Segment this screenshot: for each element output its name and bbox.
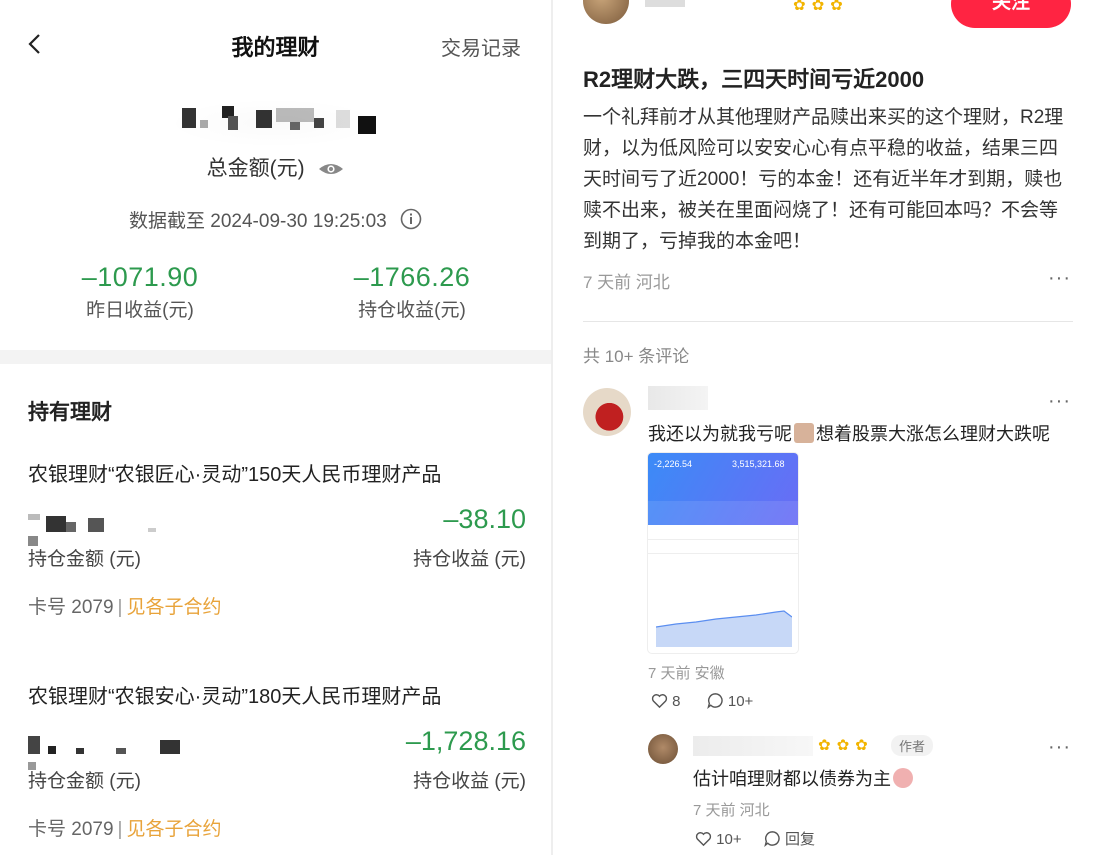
more-icon[interactable]: ··· bbox=[1048, 267, 1071, 290]
holding-income: –1766.26 持仓收益(元) bbox=[292, 262, 532, 322]
product-item[interactable]: 农银理财“农银匠心·灵动”150天人民币理财产品 –38.10 持仓金额 (元)… bbox=[28, 458, 526, 628]
holding-gain-label: 持仓收益 (元) bbox=[413, 549, 526, 570]
comment-bubble-icon bbox=[706, 693, 723, 709]
reply-actions: 10+ 回复 bbox=[695, 828, 833, 849]
author-tag: 作者 bbox=[891, 735, 934, 756]
image-number: 3,515,321.68 bbox=[732, 459, 785, 469]
sub-contract-link[interactable]: 见各子合约 bbox=[126, 597, 221, 618]
card-number: 卡号 2079 bbox=[28, 597, 114, 618]
product-gain-value: –38.10 bbox=[443, 504, 526, 534]
divider bbox=[583, 321, 1073, 322]
heart-icon bbox=[651, 694, 668, 709]
author-avatar[interactable] bbox=[583, 0, 629, 24]
post-panel: ✿ ✿ ✿ 关注 R2理财大跌，三四天时间亏近2000 一个礼拜前才从其他理财产品赎… bbox=[553, 0, 1107, 855]
author-reply-avatar[interactable] bbox=[648, 734, 678, 764]
reply-button[interactable]: 10+ bbox=[706, 693, 754, 710]
comment-text-part: 我还以为就我亏呢 bbox=[648, 424, 792, 444]
card-number: 卡号 2079 bbox=[28, 819, 114, 840]
product-amount-masked bbox=[28, 514, 248, 546]
like-button[interactable]: 10+ bbox=[695, 831, 746, 848]
as-of-text: 数据截至 2024-09-30 19:25:03 bbox=[129, 211, 387, 232]
image-chart bbox=[656, 610, 792, 647]
sub-contract-link[interactable]: 见各子合约 bbox=[126, 819, 221, 840]
comment-bubble-icon bbox=[764, 831, 780, 847]
reply-text: 估计咱理财都以债券为主 bbox=[693, 765, 913, 791]
author-name-masked[interactable] bbox=[645, 0, 685, 12]
reply-text-part: 估计咱理财都以债券为主 bbox=[693, 769, 891, 789]
card-separator: | bbox=[117, 819, 123, 840]
reply-label: 回复 bbox=[784, 831, 815, 848]
comment-meta: 7 天前 安徽 bbox=[648, 665, 725, 682]
data-as-of: 数据截至 2024-09-30 19:25:03 bbox=[0, 206, 551, 233]
image-strip bbox=[648, 501, 798, 525]
post-title: R2理财大跌，三四天时间亏近2000 bbox=[583, 67, 925, 92]
emoji-icon bbox=[794, 423, 814, 443]
section-gap bbox=[0, 350, 551, 364]
like-count: 10+ bbox=[716, 831, 742, 848]
total-amount-masked bbox=[160, 98, 400, 150]
image-header: -2,226.54 3,515,321.68 bbox=[648, 453, 798, 525]
comment-text-part: 想着股票大涨怎么理财大跌呢 bbox=[816, 424, 1050, 444]
card-separator: | bbox=[117, 597, 123, 618]
more-icon[interactable]: ··· bbox=[1048, 736, 1071, 759]
holdings-title: 持有理财 bbox=[28, 401, 112, 424]
sunflower-icon: ✿ bbox=[818, 737, 831, 754]
sunflower-icon: ✿ bbox=[836, 737, 850, 754]
reply-count: 10+ bbox=[727, 693, 754, 710]
product-amount-masked bbox=[28, 736, 248, 770]
image-row bbox=[648, 553, 798, 554]
yesterday-income-label: 昨日收益(元) bbox=[86, 300, 194, 321]
product-name: 农银理财“农银匠心·灵动”150天人民币理财产品 bbox=[28, 464, 442, 486]
like-button[interactable]: 8 bbox=[651, 693, 685, 710]
comment-actions: 8 10+ bbox=[651, 692, 775, 710]
emoji-icon bbox=[893, 768, 913, 788]
holding-income-label: 持仓收益(元) bbox=[358, 300, 466, 321]
comment-text: 我还以为就我亏呢 想着股票大涨怎么理财大跌呢 bbox=[648, 420, 1050, 446]
commenter-name-masked[interactable] bbox=[648, 386, 708, 410]
product-name: 农银理财“农银安心·灵动”180天人民币理财产品 bbox=[28, 686, 442, 708]
image-number: -2,226.54 bbox=[654, 459, 693, 469]
reply-meta: 7 天前 河北 bbox=[693, 802, 770, 819]
post-body: 一个礼拜前才从其他理财产品赎出来买的这个理财，R2理财，以为低风险可以安安心心有… bbox=[583, 107, 1064, 252]
product-gain-value: –1,728.16 bbox=[405, 726, 526, 756]
reply-author-badges: ✿ ✿ ✿ bbox=[818, 736, 874, 755]
transaction-records-link[interactable]: 交易记录 bbox=[441, 32, 521, 61]
like-count: 8 bbox=[672, 693, 681, 710]
total-amount-text: 总金额(元) bbox=[206, 157, 305, 180]
holding-income-value: –1766.26 bbox=[353, 262, 471, 292]
holding-gain-label: 持仓收益 (元) bbox=[413, 771, 526, 792]
reply-author-name-masked[interactable] bbox=[693, 736, 813, 756]
wealth-panel: 我的理财 交易记录 总金额(元) 数据截至 2024-09-30 19:25:0… bbox=[0, 0, 551, 855]
nav-bar: 我的理财 交易记录 bbox=[0, 18, 551, 74]
sunflower-icon: ✿ bbox=[793, 0, 806, 14]
holding-amount-label: 持仓金额 (元) bbox=[28, 771, 141, 792]
info-icon[interactable] bbox=[400, 208, 422, 230]
comment-image[interactable]: -2,226.54 3,515,321.68 bbox=[648, 453, 798, 653]
more-icon[interactable]: ··· bbox=[1048, 390, 1071, 413]
sunflower-icon: ✿ bbox=[830, 0, 843, 14]
holding-amount-label: 持仓金额 (元) bbox=[28, 549, 141, 570]
sunflower-icon: ✿ bbox=[855, 737, 868, 754]
author-badges: ✿ ✿ ✿ bbox=[793, 0, 849, 15]
card-info: 卡号 2079 | 见各子合约 bbox=[28, 814, 222, 841]
eye-icon[interactable] bbox=[318, 161, 344, 177]
commenter-avatar[interactable] bbox=[583, 388, 631, 436]
comment-count: 共 10+ 条评论 bbox=[583, 347, 690, 366]
card-info: 卡号 2079 | 见各子合约 bbox=[28, 592, 222, 619]
heart-icon bbox=[695, 832, 712, 847]
yesterday-income: –1071.90 昨日收益(元) bbox=[20, 262, 260, 322]
reply-button[interactable]: 回复 bbox=[764, 831, 815, 848]
follow-button[interactable]: 关注 bbox=[951, 0, 1071, 28]
product-item[interactable]: 农银理财“农银安心·灵动”180天人民币理财产品 –1,728.16 持仓金额 … bbox=[28, 680, 526, 850]
yesterday-income-value: –1071.90 bbox=[81, 262, 199, 292]
image-row bbox=[648, 539, 798, 540]
post-meta: 7 天前 河北 bbox=[583, 273, 670, 292]
sunflower-icon: ✿ bbox=[811, 0, 825, 14]
total-amount-label: 总金额(元) bbox=[0, 152, 551, 182]
